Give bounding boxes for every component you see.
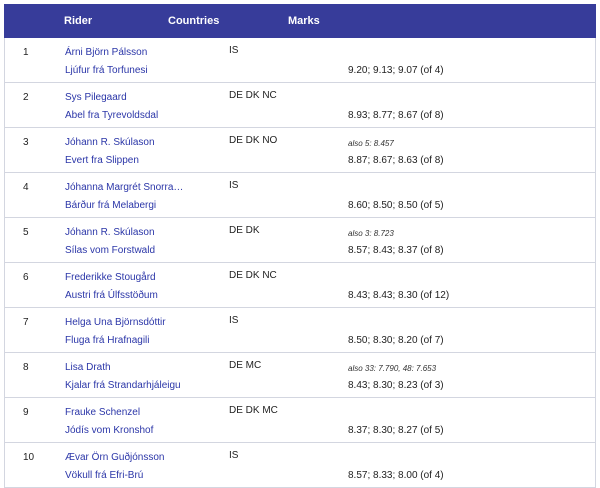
- table-row: 9 Frauke Schenzel Jódís vom Kronshof DE DK …: [5, 398, 595, 443]
- rider-link[interactable]: Frederikke Stougård: [65, 272, 156, 283]
- rider-link[interactable]: Jóhanna Margrét Snorra…: [65, 182, 183, 193]
- countries: DE DK NC: [229, 90, 277, 101]
- countries: DE DK NO: [229, 135, 278, 146]
- countries: IS: [229, 180, 239, 191]
- table-row: 3 Jóhann R. Skúlason Evert fra Slippen DE D…: [5, 128, 595, 173]
- marks: 8.37; 8.30; 8.27 (of 5): [348, 425, 444, 436]
- table-row: 8 Lisa Drath Kjalar frá Strandarhjáleigu DE…: [5, 353, 595, 398]
- marks: 8.43; 8.30; 8.23 (of 3): [348, 380, 444, 391]
- extra-marks-note: also 5: 8.457: [348, 139, 394, 148]
- rider-link[interactable]: Árni Björn Pálsson: [65, 47, 147, 58]
- rank: 1: [23, 47, 29, 58]
- rank: 10: [23, 452, 35, 463]
- countries: DE DK: [229, 225, 260, 236]
- horse-link[interactable]: Abel fra Tyrevoldsdal: [65, 110, 158, 121]
- countries: DE MC: [229, 360, 262, 371]
- marks: 8.93; 8.77; 8.67 (of 8): [348, 110, 444, 121]
- horse-link[interactable]: Austri frá Úlfsstöðum: [65, 290, 158, 301]
- rank: 4: [23, 182, 29, 193]
- table-row: 5 Jóhann R. Skúlason Sílas vom Forstwald DE…: [5, 218, 595, 263]
- horse-link[interactable]: Bárður frá Melabergi: [65, 200, 156, 211]
- rider-link[interactable]: Sys Pilegaard: [65, 92, 127, 103]
- horse-link[interactable]: Evert fra Slippen: [65, 155, 139, 166]
- marks: 8.43; 8.43; 8.30 (of 12): [348, 290, 450, 301]
- marks: 9.20; 9.13; 9.07 (of 4): [348, 65, 444, 76]
- rank: 9: [23, 407, 29, 418]
- table-row: 10 Ævar Örn Guðjónsson Vökull frá Efri-Brú…: [5, 443, 595, 488]
- rank: 8: [23, 362, 29, 373]
- table-row: 7 Helga Una Björnsdóttir Fluga frá Hrafnag…: [5, 308, 595, 353]
- rider-link[interactable]: Lisa Drath: [65, 362, 111, 373]
- horse-link[interactable]: Vökull frá Efri-Brú: [65, 470, 143, 481]
- table-row: 1 Árni Björn Pálsson Ljúfur frá Torfunesi I…: [5, 38, 595, 83]
- marks: 8.57; 8.43; 8.37 (of 8): [348, 245, 444, 256]
- horse-link[interactable]: Ljúfur frá Torfunesi: [65, 65, 148, 76]
- rider-link[interactable]: Ævar Örn Guðjónsson: [65, 452, 165, 463]
- horse-link[interactable]: Kjalar frá Strandarhjáleigu: [65, 380, 181, 391]
- countries: IS: [229, 315, 239, 326]
- table-row: 6 Frederikke Stougård Austri frá Úlfsstöðu…: [5, 263, 595, 308]
- rider-link[interactable]: Jóhann R. Skúlason: [65, 227, 155, 238]
- countries: IS: [229, 450, 239, 461]
- table-row: 4 Jóhanna Margrét Snorra… Bárður frá Melab…: [5, 173, 595, 218]
- table-row: 2 Sys Pilegaard Abel fra Tyrevoldsdal DE DK…: [5, 83, 595, 128]
- header-rider[interactable]: Rider: [4, 15, 168, 27]
- horse-link[interactable]: Fluga frá Hrafnagili: [65, 335, 149, 346]
- header-countries[interactable]: Countries: [168, 15, 288, 27]
- table-header: Rider Countries Marks: [4, 4, 596, 38]
- rank: 3: [23, 137, 29, 148]
- horse-link[interactable]: Jódís vom Kronshof: [65, 425, 153, 436]
- rank: 2: [23, 92, 29, 103]
- marks: 8.87; 8.67; 8.63 (of 8): [348, 155, 444, 166]
- rider-link[interactable]: Jóhann R. Skúlason: [65, 137, 155, 148]
- countries: DE DK NC: [229, 270, 277, 281]
- rider-link[interactable]: Helga Una Björnsdóttir: [65, 317, 166, 328]
- table-body: 1 Árni Björn Pálsson Ljúfur frá Torfunesi I…: [4, 38, 596, 488]
- rank: 5: [23, 227, 29, 238]
- countries: IS: [229, 45, 239, 56]
- horse-link[interactable]: Sílas vom Forstwald: [65, 245, 155, 256]
- marks: 8.50; 8.30; 8.20 (of 7): [348, 335, 444, 346]
- marks: 8.60; 8.50; 8.50 (of 5): [348, 200, 444, 211]
- rank: 7: [23, 317, 29, 328]
- header-marks[interactable]: Marks: [288, 15, 320, 27]
- extra-marks-note: also 33: 7.790, 48: 7.653: [348, 364, 437, 373]
- rank: 6: [23, 272, 29, 283]
- extra-marks-note: also 3: 8.723: [348, 229, 394, 238]
- results-table: Rider Countries Marks 1 Árni Björn Pálsso…: [4, 4, 596, 488]
- countries: DE DK MC: [229, 405, 278, 416]
- rider-link[interactable]: Frauke Schenzel: [65, 407, 140, 418]
- marks: 8.57; 8.33; 8.00 (of 4): [348, 470, 444, 481]
